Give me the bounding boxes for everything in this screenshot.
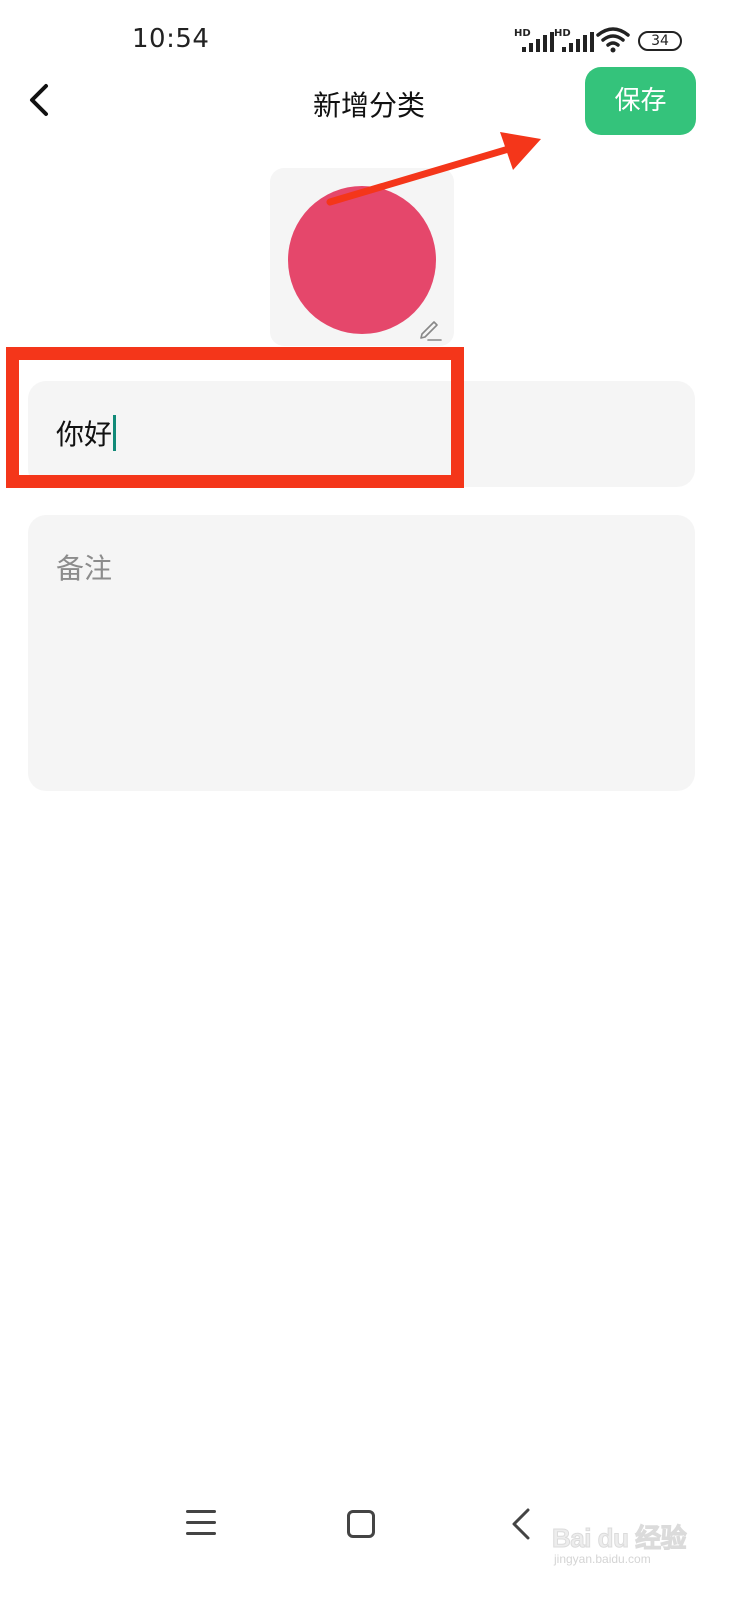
note-placeholder: 备注 <box>56 552 113 585</box>
header: 新增分类 保存 <box>0 62 738 140</box>
signal-1-icon: HD <box>514 28 554 54</box>
status-time: 10:54 <box>132 24 210 54</box>
pencil-icon <box>420 321 442 341</box>
category-icon-picker[interactable] <box>270 168 454 346</box>
note-field[interactable]: 备注 <box>28 515 695 791</box>
save-button[interactable]: 保存 <box>585 67 696 135</box>
back-triangle-icon[interactable] <box>508 1506 532 1542</box>
baidu-watermark: Bai du 经验 jingyan.baidu.com <box>551 1506 692 1576</box>
menu-icon[interactable] <box>186 1510 216 1538</box>
category-color-circle <box>288 186 436 334</box>
status-bar: 10:54 HD HD 34 <box>0 0 738 70</box>
square-home-icon[interactable] <box>347 1510 375 1538</box>
text-caret <box>113 415 117 451</box>
category-name-field[interactable]: 你好 <box>28 381 695 487</box>
category-name-input[interactable]: 你好 <box>56 413 117 453</box>
wifi-icon <box>596 27 630 53</box>
battery-indicator: 34 <box>638 31 682 51</box>
watermark-brand: Bai du 经验 <box>551 1523 687 1554</box>
signal-2-icon: HD <box>554 28 594 54</box>
watermark-url: jingyan.baidu.com <box>554 1552 651 1566</box>
